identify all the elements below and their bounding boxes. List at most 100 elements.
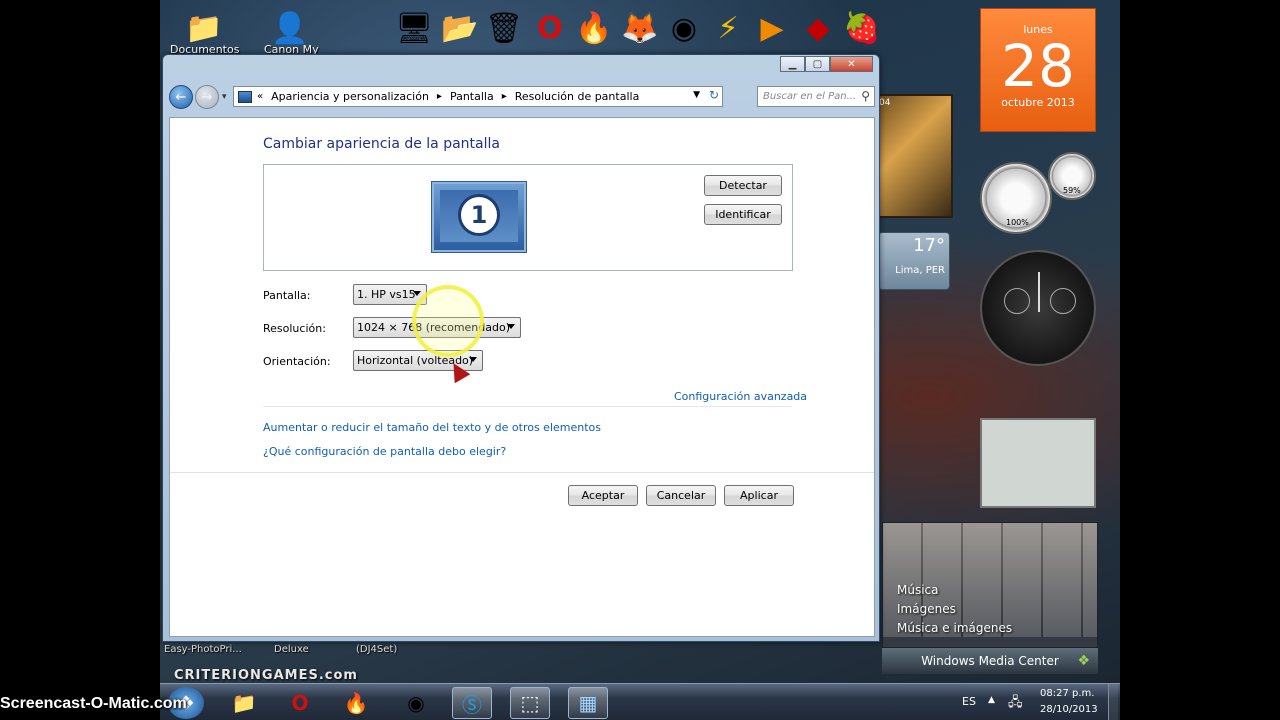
weather-city: Lima, PER	[895, 265, 945, 276]
clock-time[interactable]: 08:27 p.m.	[1040, 688, 1094, 699]
criterion-banner: CRITERIONGAMES.com	[174, 668, 358, 683]
breadcrumb-overflow-icon[interactable]: «	[257, 91, 263, 102]
media-center-gadget[interactable]: Música Imágenes Música e imágenes	[882, 522, 1098, 648]
chevron-down-icon	[413, 291, 421, 296]
recycle-bin-icon[interactable]: 🗑	[482, 6, 526, 50]
resolution-label: Resolución:	[263, 322, 326, 335]
skype-icon[interactable]: Ⓢ	[452, 687, 492, 719]
chevron-down-icon	[469, 357, 477, 362]
cancel-button[interactable]: Cancelar	[646, 485, 716, 506]
breadcrumb-arrow-icon[interactable]: ▸	[502, 91, 507, 102]
breadcrumb-item[interactable]: Pantalla	[450, 90, 494, 103]
screen-resolution-window: ▁ ▢ ✕ ← → ▾ « Apariencia y personalizaci…	[162, 54, 880, 642]
desktop-label: (DJ4Set)	[356, 644, 398, 655]
app-icon[interactable]: ◆	[796, 6, 840, 50]
display-select-value: 1. HP vs15	[357, 288, 416, 301]
search-input[interactable]: Buscar en el Pan... ⚲	[757, 86, 875, 107]
search-placeholder: Buscar en el Pan...	[763, 91, 857, 102]
desktop-label: Easy-PhotoPri...	[164, 644, 242, 655]
fl-studio-icon[interactable]: 🍓	[840, 6, 884, 50]
puzzle-time: 04	[879, 98, 891, 108]
explorer-icon[interactable]: 📁	[224, 687, 264, 719]
control-panel-icon[interactable]: ▦	[568, 687, 608, 719]
search-icon[interactable]: ⚲	[861, 89, 870, 103]
wmc-item-music-images[interactable]: Música e imágenes	[897, 621, 1012, 635]
media-center-bar[interactable]: Windows Media Center ❖	[882, 648, 1098, 674]
apply-button[interactable]: Aplicar	[724, 485, 794, 506]
orientation-label: Orientación:	[263, 355, 331, 368]
browser-icon[interactable]: 🔥	[572, 6, 616, 50]
footer-divider	[170, 472, 874, 473]
opera-icon[interactable]: O	[528, 6, 572, 50]
taskbar: ❖ 📁 O 🔥 ◉ Ⓢ ⬚ ▦ ES ▲ 🖧 08:27 p.m. 28/10/…	[160, 683, 1120, 720]
watermark: Screencast-O-Matic.com	[0, 695, 187, 712]
which-settings-link[interactable]: ¿Qué configuración de pantalla debo eleg…	[263, 445, 506, 458]
screen-capture-icon[interactable]: ⬚	[510, 687, 550, 719]
winamp-icon[interactable]: ⚡	[706, 6, 750, 50]
memory-value: 59%	[1063, 186, 1081, 195]
memory-meter-gauge[interactable]: 59%	[1048, 152, 1096, 200]
refresh-icon[interactable]: ↻	[709, 88, 719, 102]
subdial	[1050, 288, 1076, 314]
breadcrumb-item[interactable]: Apariencia y personalización	[271, 90, 429, 103]
desktop-label: Deluxe	[274, 644, 309, 655]
folder-icon[interactable]: 📂	[438, 6, 482, 50]
firefox-icon[interactable]: 🦊	[618, 6, 662, 50]
language-indicator[interactable]: ES	[962, 695, 976, 708]
maximize-icon[interactable]: ▢	[805, 56, 830, 72]
monitor-icon[interactable]: 1	[432, 182, 526, 252]
display-select[interactable]: 1. HP vs15	[353, 284, 427, 305]
browser-icon[interactable]: 🔥	[336, 687, 376, 719]
wmc-item-images[interactable]: Imágenes	[897, 602, 956, 616]
clock-hand	[1038, 272, 1040, 312]
forward-button[interactable]: →	[195, 85, 219, 109]
back-button[interactable]: ←	[169, 85, 193, 109]
monitor-number: 1	[458, 194, 500, 236]
calendar-month: octubre 2013	[1001, 96, 1075, 109]
advanced-settings-link[interactable]: Configuración avanzada	[674, 390, 807, 403]
navigation-bar: ← → ▾ « Apariencia y personalización ▸ P…	[169, 84, 875, 110]
address-dropdown-icon[interactable]: ▼	[693, 90, 700, 100]
content-pane: Cambiar apariencia de la pantalla 1 Dete…	[169, 117, 875, 637]
minimize-icon[interactable]: ▁	[780, 56, 805, 72]
weather-temp: 17°	[913, 235, 945, 256]
desktop: 📁 Documentos 👤 Canon My 🖥 📂 🗑 O 🔥 🦊 ◉ ⚡ …	[160, 0, 1120, 720]
history-dropdown-icon[interactable]: ▾	[222, 92, 227, 102]
divider	[263, 406, 792, 407]
control-panel-icon	[238, 90, 252, 103]
cursor-highlight	[412, 285, 484, 357]
breadcrumb-item[interactable]: Resolución de pantalla	[515, 90, 640, 103]
computer-icon[interactable]: 🖥	[392, 6, 436, 50]
network-icon[interactable]: 🖧	[1008, 693, 1023, 715]
detect-button[interactable]: Detectar	[704, 175, 782, 196]
chrome-icon[interactable]: ◉	[396, 687, 436, 719]
subdial	[1004, 288, 1030, 314]
chevron-down-icon	[507, 324, 515, 329]
breadcrumb-arrow-icon[interactable]: ▸	[437, 91, 442, 102]
media-tiles	[883, 523, 1097, 637]
close-icon[interactable]: ✕	[830, 56, 873, 72]
cpu-meter-gauge[interactable]: 100%	[980, 162, 1052, 234]
slideshow-gadget[interactable]	[980, 418, 1096, 508]
address-bar[interactable]: « Apariencia y personalización ▸ Pantall…	[233, 86, 723, 107]
wmc-item-music[interactable]: Música	[897, 583, 939, 597]
display-preview: 1 Detectar Identificar	[263, 164, 793, 271]
show-hidden-icons-icon[interactable]: ▲	[988, 695, 995, 705]
opera-icon[interactable]: O	[280, 687, 320, 719]
calendar-gadget[interactable]: lunes 28 octubre 2013	[980, 8, 1096, 132]
weather-gadget[interactable]: 17° Lima, PER	[878, 232, 950, 290]
accept-button[interactable]: Aceptar	[568, 485, 638, 506]
window-controls: ▁ ▢ ✕	[780, 56, 873, 72]
chrome-icon[interactable]: ◉	[662, 6, 706, 50]
display-label: Pantalla:	[263, 289, 311, 302]
cpu-value: 100%	[1006, 218, 1029, 227]
puzzle-gadget[interactable]: 04	[875, 94, 953, 218]
media-player-icon[interactable]: ▶	[750, 6, 794, 50]
identify-button[interactable]: Identificar	[704, 204, 782, 225]
page-title: Cambiar apariencia de la pantalla	[263, 136, 500, 152]
show-desktop-button[interactable]	[1108, 684, 1118, 720]
clock-date[interactable]: 28/10/2013	[1040, 704, 1098, 715]
text-size-link[interactable]: Aumentar o reducir el tamaño del texto y…	[263, 421, 601, 434]
wmc-title: Windows Media Center	[921, 654, 1059, 668]
clock-gadget[interactable]	[980, 250, 1096, 366]
